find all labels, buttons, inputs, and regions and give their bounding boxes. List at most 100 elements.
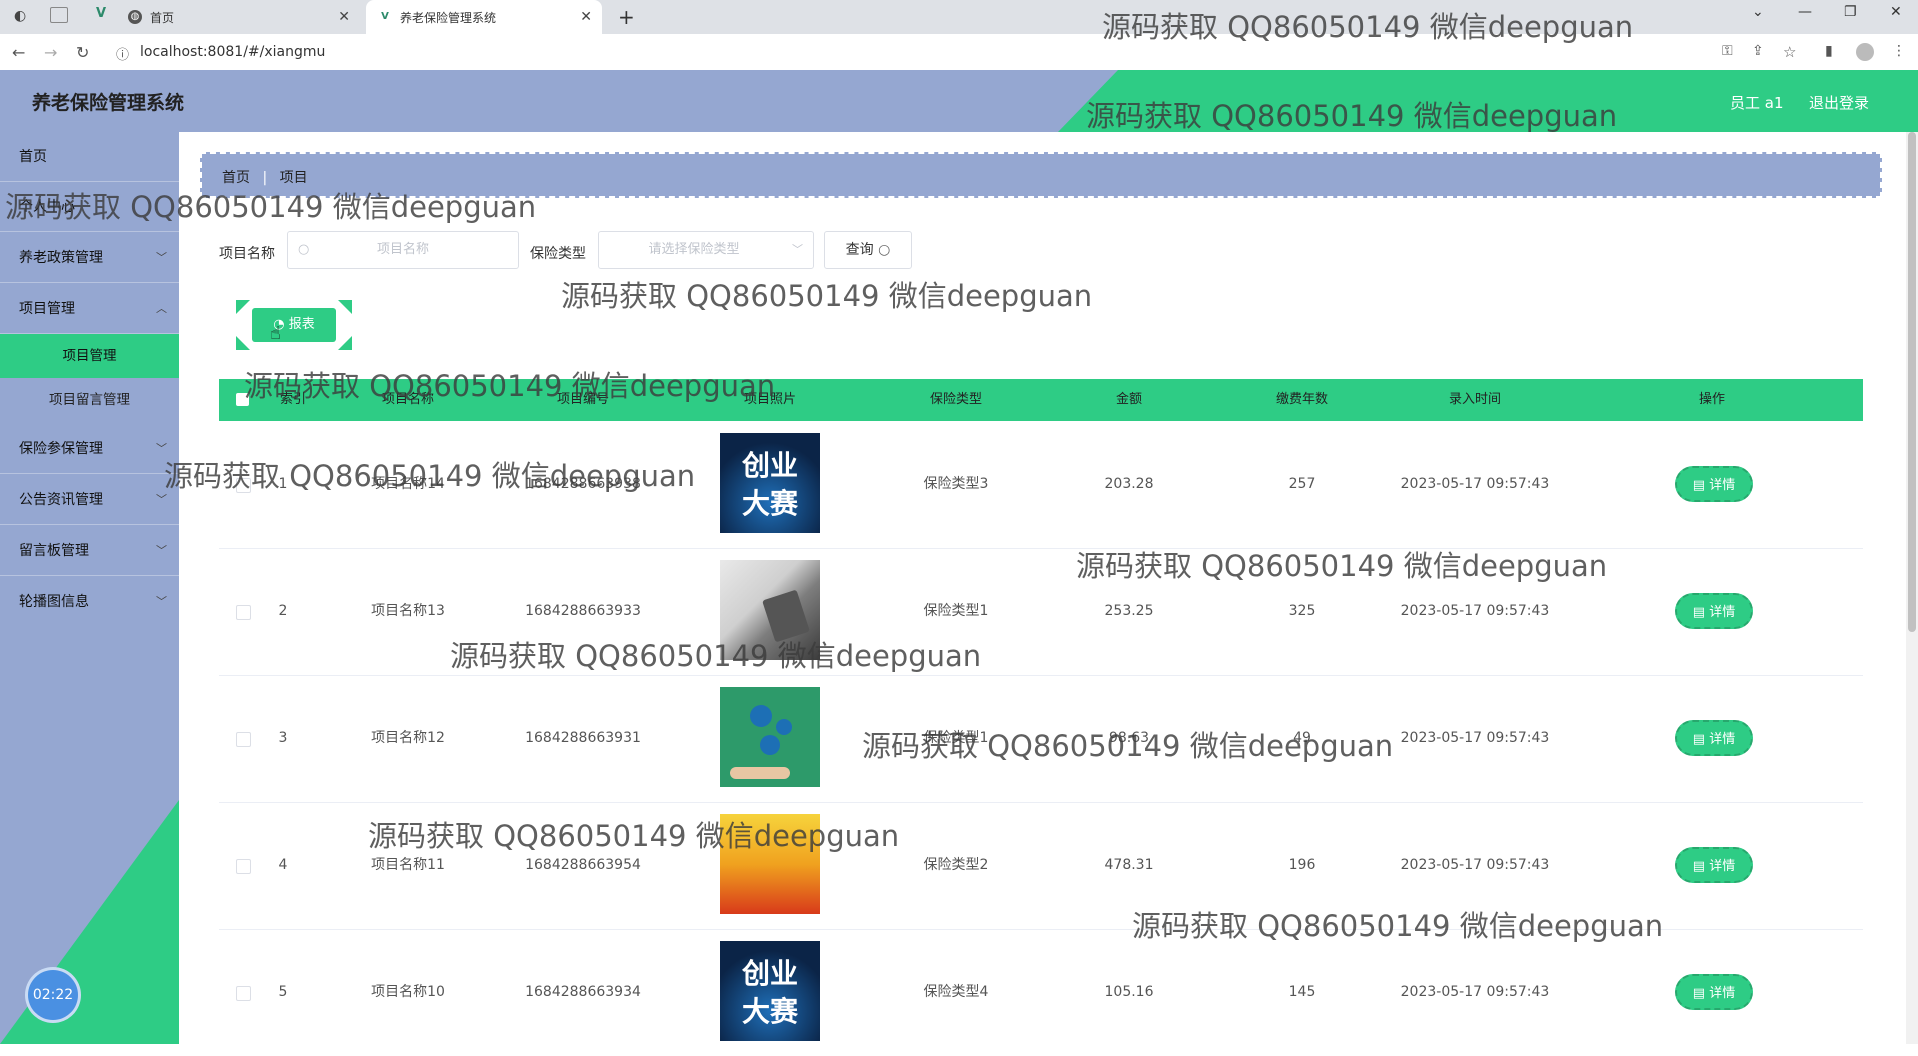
project-photo[interactable] [720,814,820,914]
profile-icon[interactable] [1856,43,1874,61]
back-icon[interactable]: ← [12,43,25,62]
gear-icon [776,719,792,735]
name-input[interactable]: ○ 项目名称 [287,231,519,269]
sidebar-item-project[interactable]: 项目管理 ︿ [0,284,179,334]
select-all-checkbox[interactable] [236,393,249,406]
query-label: 查询 [845,242,874,258]
chevron-down-icon: ﹀ [156,493,167,506]
report-button-body[interactable]: ◔ 报表 [252,308,336,342]
detail-button[interactable]: ▤ 详情 [1675,593,1753,629]
table-header: 索引 项目名称 项目编号 项目照片 保险类型 金额 缴费年数 录入时间 操作 [219,379,1863,421]
document-icon: ▤ [1692,859,1706,874]
share-icon[interactable]: ⇪ [1752,43,1764,59]
project-photo[interactable]: 创业 大赛 [720,433,820,533]
star-icon[interactable]: ☆ [1783,43,1796,61]
url-field[interactable]: localhost:8081/#/xiangmu [140,39,1740,65]
cell-name: 项目名称11 [371,857,445,873]
sidebar-item-profile[interactable]: 个人中心 [0,182,179,232]
browser-favicon-icon[interactable]: ◐ [14,8,26,24]
cell-name: 项目名称12 [371,730,445,746]
sidebar-subitem-project-manage[interactable]: 项目管理 [0,334,179,378]
tab-active[interactable]: V 养老保险管理系统 ✕ [366,0,602,34]
corner-decoration [236,300,250,314]
hand-icon [730,767,790,779]
user-label[interactable]: 员工 a1 [1730,92,1784,113]
type-label: 保险类型 [530,246,586,262]
row-checkbox[interactable] [236,605,251,620]
cell-amount: 203.28 [1104,476,1154,492]
sidebar-item-insurance[interactable]: 保险参保管理 ﹀ [0,424,179,474]
cell-years: 196 [1288,857,1316,873]
cell-years: 49 [1293,730,1311,746]
tab-home[interactable]: ◍ 首页 ✕ [128,0,360,34]
minimize-icon[interactable]: — [1798,4,1812,20]
table-row: 2 项目名称13 1684288663933 保险类型1 253.25 325 … [219,548,1863,676]
project-photo[interactable]: 创业 大赛 [720,941,820,1041]
browser-window-icon[interactable] [50,7,68,23]
photo-caption: 创业 大赛 [720,447,820,523]
close-icon[interactable]: ✕ [580,9,592,25]
close-window-icon[interactable]: ✕ [1890,4,1902,20]
document-icon: ▤ [1692,478,1706,493]
cell-time: 2023-05-17 09:57:43 [1400,603,1550,619]
close-icon[interactable]: ✕ [338,9,350,25]
cell-amount: 253.25 [1104,603,1154,619]
row-checkbox[interactable] [236,859,251,874]
chevron-down-icon: ﹀ [156,251,167,264]
detail-button[interactable]: ▤ 详情 [1675,720,1753,756]
logout-link[interactable]: 退出登录 [1809,92,1869,113]
photo-caption-line: 大赛 [741,487,798,520]
detail-button[interactable]: ▤ 详情 [1675,466,1753,502]
project-photo[interactable] [720,687,820,787]
project-photo[interactable] [720,560,820,660]
name-label: 项目名称 [219,246,275,262]
table-row: 5 项目名称10 1684288663934 创业 大赛 保险类型4 105.1… [219,929,1863,1056]
header-years: 缴费年数 [1275,392,1329,407]
vue-logo-icon: V [96,6,107,21]
sidebar-item-label: 养老政策管理 [19,250,103,266]
reload-icon[interactable]: ↻ [76,43,89,62]
corner-decoration [338,300,352,314]
type-select[interactable]: 请选择保险类型 ﹀ [598,231,814,269]
sidebar-item-policy[interactable]: 养老政策管理 ﹀ [0,233,179,283]
site-info-icon[interactable]: ⓘ [116,44,129,63]
chevron-down-icon[interactable]: ⌄ [1752,4,1764,20]
menu-icon[interactable]: ⋮ [1892,43,1906,59]
sidebar-subitem-project-message[interactable]: 项目留言管理 [0,378,179,422]
new-tab-icon[interactable]: + [618,5,635,29]
search-icon: ○ [878,242,891,258]
cell-code: 1684288663954 [525,857,641,873]
watermark: 源码获取 QQ86050149 微信deepguan [561,279,1093,313]
photo-caption-line: 创业 [741,957,798,990]
table-row: 3 项目名称12 1684288663931 保险类型1 98.63 49 20… [219,675,1863,803]
clock-badge: 02:22 [28,970,78,1020]
breadcrumb-home[interactable]: 首页 [222,170,250,186]
sidebar-item-notice[interactable]: 公告资讯管理 ﹀ [0,475,179,525]
sidebar-item-label: 个人中心 [19,199,75,215]
query-button[interactable]: 查询 ○ [824,231,912,269]
type-placeholder: 请选择保险类型 [648,242,740,257]
scrollbar-thumb[interactable] [1908,132,1916,632]
sidepanel-icon[interactable]: ▮ [1825,43,1833,59]
sidebar-item-carousel[interactable]: 轮播图信息 ﹀ [0,577,179,627]
cell-type: 保险类型3 [923,476,989,492]
cell-index: 1 [278,476,288,492]
row-checkbox[interactable] [236,732,251,747]
row-checkbox[interactable] [236,986,251,1001]
sidebar-item-home[interactable]: 首页 [0,132,179,182]
chevron-up-icon: ︿ [156,302,167,315]
cell-years: 325 [1288,603,1316,619]
header-name: 项目名称 [381,392,435,407]
restore-icon[interactable]: ❐ [1844,4,1857,20]
forward-icon[interactable]: → [44,43,57,62]
document-icon: ▤ [1692,986,1706,1001]
sidebar-item-label: 首页 [19,149,47,165]
report-button[interactable]: ◔ 报表 [236,300,352,350]
row-checkbox[interactable] [236,478,251,493]
cell-code: 1684288663933 [525,603,641,619]
table-row: 1 项目名称14 1684288663938 创业 大赛 保险类型3 203.2… [219,421,1863,549]
detail-button[interactable]: ▤ 详情 [1675,974,1753,1010]
key-icon[interactable]: ⚿ [1722,43,1733,59]
sidebar-item-board[interactable]: 留言板管理 ﹀ [0,526,179,576]
detail-button[interactable]: ▤ 详情 [1675,847,1753,883]
